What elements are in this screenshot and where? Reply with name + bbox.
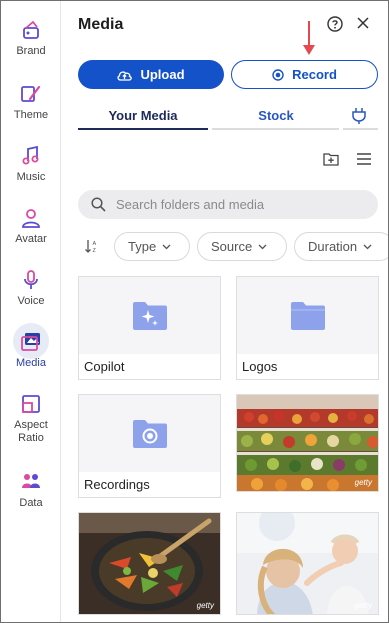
- add-folder-icon[interactable]: [323, 152, 339, 166]
- sparkle-folder-icon: [132, 301, 167, 330]
- rail-label-media: Media: [16, 357, 46, 369]
- brand-palette-icon: [23, 20, 39, 39]
- chevron-down-icon: [363, 244, 372, 249]
- rail-label-ratio: Ratio: [18, 432, 44, 444]
- panel-title: Media: [78, 16, 124, 33]
- rail-label-theme: Theme: [13, 109, 49, 121]
- record-label: Record: [292, 67, 337, 82]
- aspect-ratio-icon: [22, 395, 40, 413]
- chevron-down-icon: [258, 244, 267, 249]
- mother-child-image: [237, 513, 378, 614]
- rail-item-data[interactable]: Data: [1, 471, 61, 510]
- folder-card-logos[interactable]: Logos: [236, 276, 379, 380]
- tab-active-underline: [78, 128, 208, 130]
- rail-label-avatar: Avatar: [15, 233, 47, 245]
- theme-brush-icon: [21, 85, 41, 102]
- getty-watermark: getty: [354, 478, 372, 487]
- search-bar[interactable]: [78, 190, 378, 219]
- svg-text:Z: Z: [93, 248, 97, 253]
- getty-watermark: getty: [196, 601, 214, 610]
- vegetable-pan-image: [79, 513, 220, 614]
- search-icon: [91, 197, 106, 212]
- upload-button[interactable]: Upload: [78, 60, 224, 89]
- data-people-icon: [22, 474, 40, 488]
- rail-item-media[interactable]: Media: [1, 323, 61, 370]
- media-thumbnail-family[interactable]: getty: [236, 512, 379, 615]
- filter-duration[interactable]: Duration: [294, 232, 388, 261]
- help-icon[interactable]: [327, 16, 343, 32]
- tab-stock[interactable]: Stock: [213, 108, 339, 123]
- filter-source[interactable]: Source: [197, 232, 287, 261]
- folder-thumbnail: [237, 277, 378, 354]
- menu-icon[interactable]: [357, 153, 371, 165]
- avatar-person-icon: [22, 209, 40, 228]
- chevron-down-icon: [162, 244, 171, 249]
- rail-item-brand[interactable]: Brand: [1, 19, 61, 58]
- close-icon[interactable]: [356, 16, 370, 30]
- rail-item-aspect-ratio[interactable]: Aspect Ratio: [1, 393, 61, 445]
- tab-separator: [208, 128, 212, 130]
- voice-microphone-icon: [24, 270, 38, 289]
- sort-icon[interactable]: AZ: [84, 239, 100, 253]
- plugin-icon[interactable]: [349, 107, 369, 125]
- filter-type[interactable]: Type: [114, 232, 190, 261]
- rail-item-voice[interactable]: Voice: [1, 269, 61, 308]
- annotation-arrow-icon: [303, 21, 315, 55]
- filter-duration-label: Duration: [308, 239, 358, 254]
- rail-label-data: Data: [19, 497, 43, 509]
- folder-card-copilot[interactable]: Copilot: [78, 276, 221, 380]
- rail-label-brand: Brand: [16, 45, 46, 57]
- getty-watermark: getty: [354, 601, 372, 610]
- upload-label: Upload: [140, 67, 185, 82]
- cloud-upload-icon: [117, 70, 133, 81]
- rail-item-music[interactable]: Music: [1, 145, 61, 184]
- folder-card-recordings[interactable]: Recordings: [78, 394, 221, 498]
- rail-label-music: Music: [16, 171, 46, 183]
- record-folder-icon: [132, 419, 167, 448]
- svg-text:A: A: [93, 241, 97, 247]
- record-button[interactable]: Record: [231, 60, 378, 89]
- rail-label-voice: Voice: [17, 295, 45, 307]
- record-icon: [272, 68, 284, 81]
- filter-type-label: Type: [128, 239, 157, 254]
- media-thumbnail-vegetables[interactable]: getty: [78, 512, 221, 615]
- folder-icon: [290, 301, 325, 330]
- media-panel-window: Brand Theme Music Avatar Voice Media Asp…: [0, 0, 389, 623]
- rail-item-avatar[interactable]: Avatar: [1, 207, 61, 246]
- rail-item-theme[interactable]: Theme: [1, 83, 61, 122]
- folder-thumbnail: [79, 277, 220, 354]
- search-input[interactable]: [116, 197, 356, 212]
- media-thumbnail-produce[interactable]: getty: [236, 394, 379, 492]
- filter-source-label: Source: [211, 239, 253, 254]
- folder-name: Logos: [242, 359, 278, 374]
- folder-name: Copilot: [84, 359, 125, 374]
- left-rail: Brand Theme Music Avatar Voice Media Asp…: [1, 1, 61, 622]
- folder-name: Recordings: [84, 477, 150, 492]
- tab-separator: [339, 128, 343, 130]
- rail-label-aspect: Aspect: [14, 419, 48, 431]
- tab-your-media[interactable]: Your Media: [78, 108, 208, 123]
- folder-thumbnail: [79, 395, 220, 472]
- media-gallery-icon: [21, 333, 40, 351]
- music-note-icon: [22, 145, 39, 165]
